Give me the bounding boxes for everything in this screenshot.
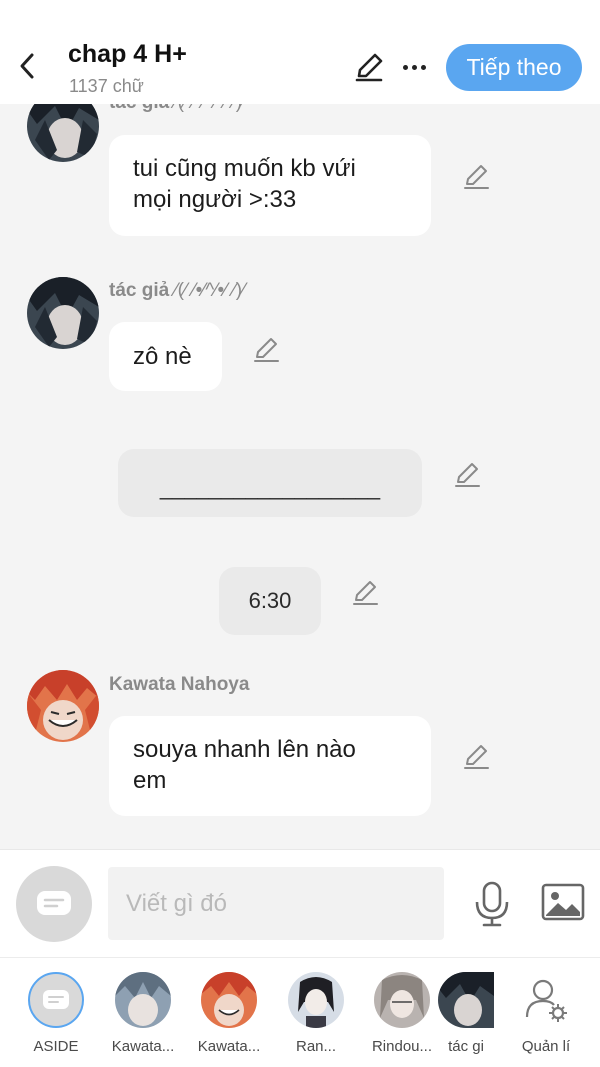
- avatar: [115, 972, 171, 1028]
- character-name: Ran...: [295, 1038, 337, 1055]
- pencil-icon: [254, 338, 279, 362]
- more-icon: [402, 64, 408, 70]
- avatar: [288, 972, 344, 1028]
- message-input[interactable]: [108, 867, 444, 940]
- sender-name: tác giả ⁄(⁄ ⁄•⁄^⁄•⁄ ⁄)⁄: [109, 280, 246, 301]
- avatar[interactable]: [27, 670, 99, 742]
- more-button[interactable]: [398, 50, 430, 84]
- narration-bubble[interactable]: __________________: [118, 449, 422, 517]
- narration-bubble[interactable]: 6:30: [219, 567, 321, 635]
- manage-characters-button[interactable]: Quản lí: [506, 968, 586, 1058]
- character-bar: ASIDE Kawata... Kawata... Ran... Rindou.…: [0, 957, 600, 1067]
- pencil-icon: [455, 463, 480, 487]
- character-item[interactable]: Kawata...: [189, 968, 269, 1058]
- character-item[interactable]: tác gi: [436, 968, 496, 1058]
- header: chap 4 H+ 1137 chữ Tiếp theo: [0, 0, 600, 104]
- pencil-icon: [355, 53, 383, 82]
- character-item[interactable]: Rindou...: [362, 968, 442, 1058]
- input-bar: [0, 849, 600, 957]
- microphone-icon: [475, 881, 509, 927]
- user-gear-icon: [518, 972, 574, 1028]
- message-bubble[interactable]: tui cũng muốn kb vứi mọi người >:33: [109, 135, 431, 236]
- chat-bubble-icon: [43, 990, 69, 1009]
- character-item[interactable]: Kawata...: [103, 968, 183, 1058]
- next-button[interactable]: Tiếp theo: [446, 44, 582, 91]
- character-item[interactable]: Ran...: [276, 968, 356, 1058]
- edit-message-button[interactable]: [351, 578, 381, 608]
- character-name: tác gi: [448, 1038, 484, 1055]
- avatar: [28, 972, 84, 1028]
- edit-message-button[interactable]: [462, 162, 492, 192]
- chat-bubble-icon: [37, 891, 71, 915]
- message-bubble[interactable]: zô nè: [109, 322, 222, 391]
- back-icon: [20, 53, 34, 79]
- word-count: 1137 chữ: [69, 76, 144, 96]
- avatar: [201, 972, 257, 1028]
- chat-area[interactable]: tác giả ⁄(⁄ ⁄•⁄^⁄•⁄ ⁄)⁄ tui cũng muốn kb…: [0, 104, 600, 849]
- sender-name: tác giả ⁄(⁄ ⁄•⁄^⁄•⁄ ⁄)⁄: [109, 104, 245, 114]
- aside-toggle-button[interactable]: [16, 866, 92, 942]
- avatar[interactable]: [27, 104, 99, 162]
- avatar: [374, 972, 430, 1028]
- character-name: Quản lí: [521, 1038, 571, 1055]
- character-name: Rindou...: [371, 1038, 433, 1055]
- character-name: ASIDE: [33, 1038, 79, 1055]
- back-button[interactable]: [12, 48, 42, 84]
- edit-message-button[interactable]: [462, 742, 492, 772]
- message-bubble[interactable]: souya nhanh lên nào em: [109, 716, 431, 816]
- edit-title-button[interactable]: [352, 50, 386, 84]
- microphone-button[interactable]: [472, 880, 512, 928]
- pencil-icon: [464, 745, 489, 769]
- character-item[interactable]: ASIDE: [16, 968, 96, 1058]
- edit-message-button[interactable]: [252, 335, 282, 365]
- avatar[interactable]: [27, 277, 99, 349]
- edit-message-button[interactable]: [453, 460, 483, 490]
- pencil-icon: [353, 581, 378, 605]
- sender-name: Kawata Nahoya: [109, 674, 250, 695]
- avatar: [438, 972, 494, 1028]
- image-button[interactable]: [540, 882, 586, 922]
- chapter-title: chap 4 H+: [68, 40, 187, 68]
- image-icon: [541, 883, 585, 921]
- character-name: Kawata...: [197, 1038, 261, 1055]
- pencil-icon: [464, 165, 489, 189]
- character-name: Kawata...: [111, 1038, 175, 1055]
